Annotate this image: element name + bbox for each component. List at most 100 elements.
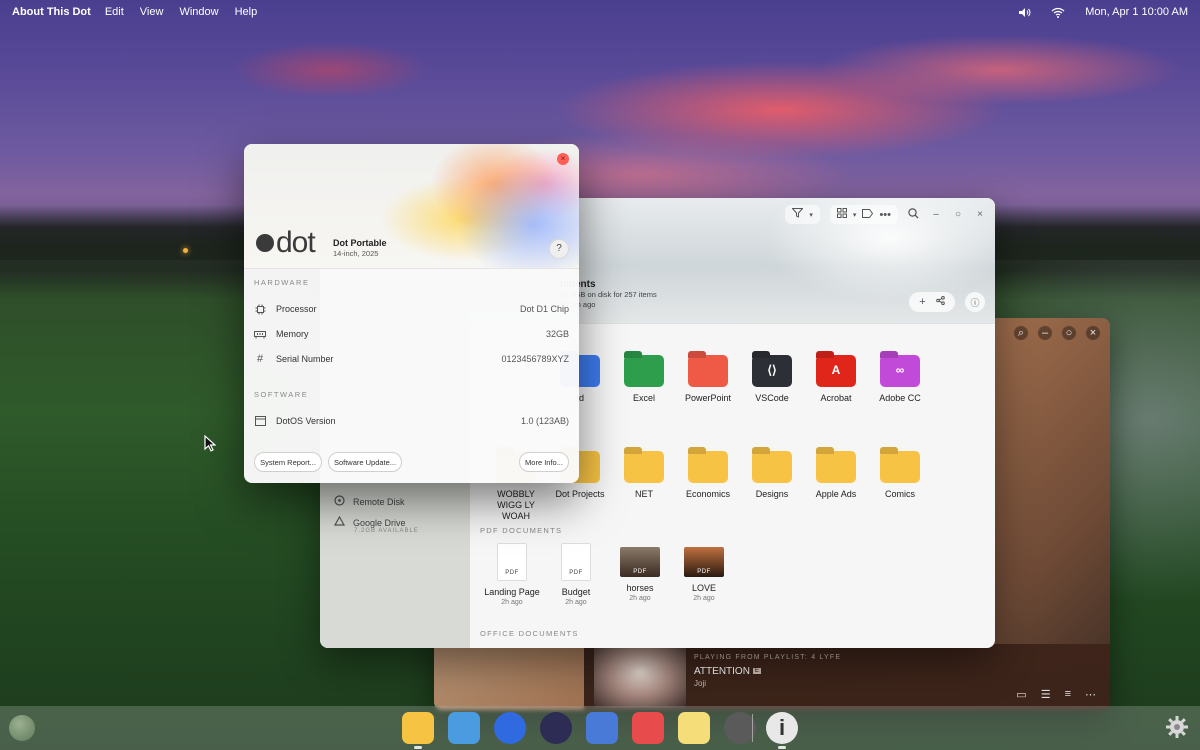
menu-bar: About This Dot Edit View Window Help Mon… xyxy=(0,0,1200,24)
spec-row-processor: Processor Dot D1 Chip xyxy=(254,302,569,316)
google-drive-icon xyxy=(333,515,346,529)
pdf-label: Budget xyxy=(561,587,591,597)
mouse-cursor-icon xyxy=(204,434,217,457)
spec-label: DotOS Version xyxy=(276,416,336,426)
pdf-thumbnail: PDF xyxy=(497,543,527,581)
sidebar-item-remote-disk[interactable]: Remote Disk xyxy=(334,495,405,508)
app-folder-label: Excel xyxy=(632,393,655,403)
file-toolbar: ▾ ▾ ••• – ○ × xyxy=(785,205,987,224)
track-artist[interactable]: Joji xyxy=(694,679,841,688)
app-folder-item[interactable]: Excel xyxy=(612,355,676,404)
software-update-button[interactable]: Software Update... xyxy=(328,452,402,472)
chevron-down-icon: ▾ xyxy=(852,211,857,219)
app-folder-glyph: A xyxy=(831,363,841,377)
app-folder-glyph: ∞ xyxy=(895,363,905,377)
menu-view[interactable]: View xyxy=(140,6,164,18)
folder-label: Economics xyxy=(685,489,730,499)
music-minimize-button[interactable]: – xyxy=(1038,326,1052,340)
folder-item[interactable]: Economics xyxy=(676,451,740,522)
folder-label: NET xyxy=(635,489,653,499)
menu-app-name[interactable]: About This Dot xyxy=(12,6,91,18)
app-folder-icon: ⟨⟩ xyxy=(752,355,792,387)
app-folder-icon: ∞ xyxy=(880,355,920,387)
menu-clock[interactable]: Mon, Apr 1 10:00 AM xyxy=(1085,6,1188,18)
help-button[interactable]: ? xyxy=(549,239,569,259)
now-playing-bar: PLAYING FROM PLAYLIST: 4 LYFE ATTENTION E… xyxy=(584,644,1110,710)
search-icon[interactable] xyxy=(908,207,919,222)
app-folder-item[interactable]: PowerPoint xyxy=(676,355,740,404)
filter-button[interactable]: ▾ xyxy=(785,205,820,224)
dvd-app-icon[interactable] xyxy=(540,712,572,744)
folder-item[interactable]: Apple Ads xyxy=(804,451,868,522)
pdf-tag: PDF xyxy=(633,569,647,575)
add-icon[interactable]: + xyxy=(919,296,925,308)
queue-icon[interactable]: ≡ xyxy=(1065,688,1071,701)
pdf-label: horses xyxy=(626,583,654,593)
files-close-button[interactable]: × xyxy=(973,208,987,222)
launcher-orb-icon[interactable] xyxy=(9,715,35,741)
lyrics-icon[interactable]: ☰ xyxy=(1041,688,1051,701)
photos-app-icon[interactable] xyxy=(586,712,618,744)
menu-help[interactable]: Help xyxy=(235,6,258,18)
music-window-controls: ⌕ – ○ × xyxy=(1014,326,1100,340)
view-mode-button[interactable]: ▾ ••• xyxy=(829,205,898,224)
pdf-thumbnail: PDF xyxy=(684,547,724,577)
app-folder-item[interactable]: A Acrobat xyxy=(804,355,868,404)
folder-item[interactable]: NET xyxy=(612,451,676,522)
airplay-icon[interactable]: ▭ xyxy=(1016,688,1026,701)
pdf-thumbnail: PDF xyxy=(620,547,660,577)
app-folder-label: PowerPoint xyxy=(684,393,732,403)
close-button[interactable]: × xyxy=(557,153,569,165)
app-folder-item[interactable]: ∞ Adobe CC xyxy=(868,355,932,404)
files-minimize-button[interactable]: – xyxy=(929,208,943,222)
menu-window[interactable]: Window xyxy=(179,6,218,18)
spec-row-os-version: DotOS Version 1.0 (123AB) xyxy=(254,414,569,428)
music-search-icon[interactable]: ⌕ xyxy=(1014,326,1028,340)
wifi-icon[interactable] xyxy=(1051,7,1065,18)
tag-icon[interactable] xyxy=(862,208,874,221)
spec-value[interactable]: 0123456789XYZ xyxy=(501,354,569,364)
mail-app-icon[interactable] xyxy=(448,712,480,744)
pdf-item[interactable]: PDF horses 2h ago xyxy=(608,543,672,606)
files-maximize-button[interactable]: ○ xyxy=(951,208,965,222)
menu-edit[interactable]: Edit xyxy=(105,6,124,18)
app-folder-label: VSCode xyxy=(755,393,789,403)
remote-disk-icon xyxy=(334,495,345,508)
logo-dot-icon xyxy=(256,234,274,252)
grid-icon xyxy=(836,208,847,221)
more-options-icon[interactable]: ••• xyxy=(879,209,891,221)
info-button[interactable]: ⓘ xyxy=(965,292,985,312)
gear-icon[interactable] xyxy=(1165,715,1189,739)
files-app-icon[interactable] xyxy=(402,712,434,744)
pdf-item[interactable]: PDF Landing Page 2h ago xyxy=(480,543,544,606)
album-art[interactable] xyxy=(594,648,686,708)
window-icon xyxy=(254,415,266,427)
share-icon[interactable] xyxy=(935,296,945,308)
track-row: ATTENTION E xyxy=(694,666,841,677)
pdf-time: 2h ago xyxy=(565,599,587,606)
pdf-item[interactable]: PDF Budget 2h ago xyxy=(544,543,608,606)
compass-app-icon[interactable] xyxy=(494,712,526,744)
pdf-item[interactable]: PDF LOVE 2h ago xyxy=(672,543,736,606)
dock-running-indicator xyxy=(778,746,786,749)
magnet-app-icon[interactable] xyxy=(632,712,664,744)
about-this-dot-window[interactable]: × dot Dot Portable 14-inch, 2025 ? HARDW… xyxy=(244,144,579,483)
music-close-button[interactable]: × xyxy=(1086,326,1100,340)
music-maximize-button[interactable]: ○ xyxy=(1062,326,1076,340)
notes-app-icon[interactable] xyxy=(678,712,710,744)
system-report-button[interactable]: System Report... xyxy=(254,452,322,472)
folder-item[interactable]: Comics xyxy=(868,451,932,522)
pdf-tag: PDF xyxy=(505,570,519,576)
more-icon[interactable]: ⋯ xyxy=(1085,688,1096,701)
more-info-button[interactable]: More Info... xyxy=(519,452,569,472)
playing-from-label: PLAYING FROM PLAYLIST: 4 LYFE xyxy=(694,654,842,661)
folder-label: Dot Projects xyxy=(555,489,605,499)
folder-icon xyxy=(816,451,856,483)
office-section-heading: OFFICE DOCUMENTS xyxy=(480,629,579,638)
sidebar-item-google-drive[interactable]: Google Drive 7.2GB AVAILABLE xyxy=(333,515,418,534)
track-title[interactable]: ATTENTION xyxy=(694,666,750,677)
app-folder-item[interactable]: ⟨⟩ VSCode xyxy=(740,355,804,404)
about-app-icon[interactable]: i xyxy=(766,712,798,744)
folder-item[interactable]: Designs xyxy=(740,451,804,522)
volume-icon[interactable] xyxy=(1018,7,1031,18)
